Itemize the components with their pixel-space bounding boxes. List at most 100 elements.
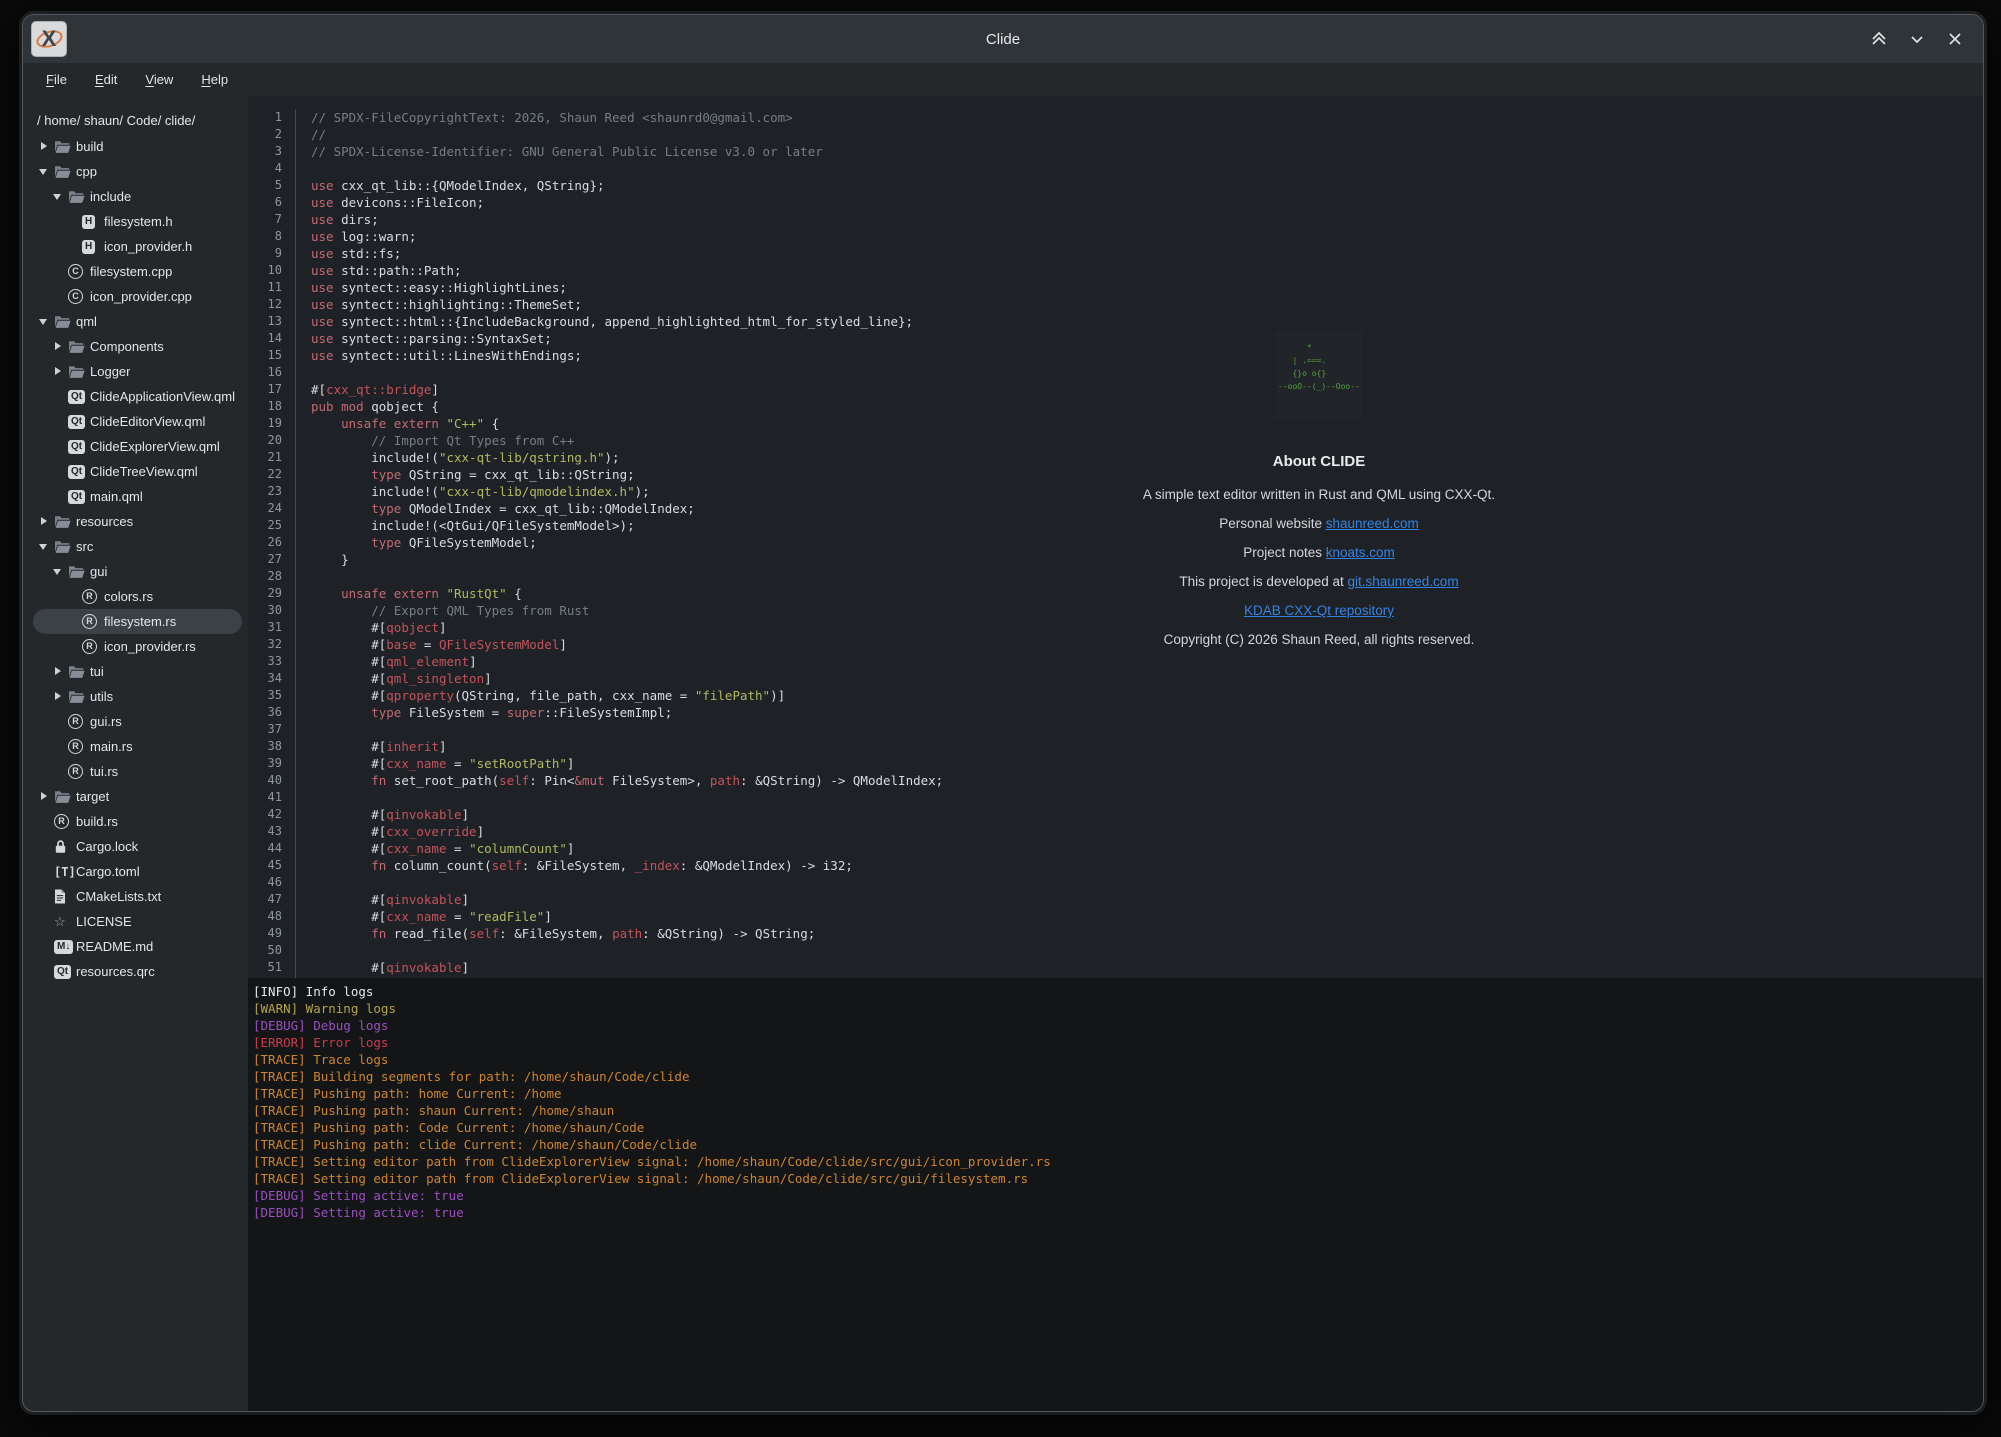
tree-item-src[interactable]: src — [33, 534, 242, 559]
tree-item-resources-qrc[interactable]: Qtresources.qrc — [33, 959, 242, 984]
tree-item-cargo-toml[interactable]: [T]Cargo.toml — [33, 859, 242, 884]
code-line-35[interactable]: 35 #[qproperty(QString, file_path, cxx_n… — [248, 687, 1983, 704]
tree-expander-right[interactable] — [37, 140, 54, 154]
link-git-shaunreed-com[interactable]: git.shaunreed.com — [1348, 574, 1459, 589]
tree-item-license[interactable]: ☆LICENSE — [33, 909, 242, 934]
titlebar[interactable]: X Clide — [23, 15, 1983, 63]
tree-item-filesystem-h[interactable]: Hfilesystem.h — [33, 209, 242, 234]
tree-item-icon-provider-h[interactable]: Hicon_provider.h — [33, 234, 242, 259]
tree-item-clideexplorerview-qml[interactable]: QtClideExplorerView.qml — [33, 434, 242, 459]
tree-expander-right[interactable] — [51, 365, 68, 379]
code-line-6[interactable]: 6use devicons::FileIcon; — [248, 194, 1983, 211]
tree-item-utils[interactable]: utils — [33, 684, 242, 709]
menu-file[interactable]: File — [35, 68, 78, 91]
code-line-36[interactable]: 36 type FileSystem = super::FileSystemIm… — [248, 704, 1983, 721]
tree-item-clideeditorview-qml[interactable]: QtClideEditorView.qml — [33, 409, 242, 434]
code-line-42[interactable]: 42 #[qinvokable] — [248, 806, 1983, 823]
line-number: 49 — [248, 925, 282, 942]
link-knoats-com[interactable]: knoats.com — [1326, 545, 1395, 560]
tree-item-icon-provider-cpp[interactable]: Cicon_provider.cpp — [33, 284, 242, 309]
tree-item-filesystem-cpp[interactable]: Cfilesystem.cpp — [33, 259, 242, 284]
code-line-12[interactable]: 12use syntect::highlighting::ThemeSet; — [248, 296, 1983, 313]
code-line-11[interactable]: 11use syntect::easy::HighlightLines; — [248, 279, 1983, 296]
tree-item-tui-rs[interactable]: Rtui.rs — [33, 759, 242, 784]
shade-window-icon[interactable] — [1867, 27, 1891, 51]
log-line-trace: [TRACE] Pushing path: shaun Current: /ho… — [253, 1103, 614, 1118]
code-line-2[interactable]: 2// — [248, 126, 1983, 143]
code-line-38[interactable]: 38 #[inherit] — [248, 738, 1983, 755]
tree-item-label: Cargo.lock — [76, 839, 138, 854]
log-line-trace: [TRACE] Setting editor path from ClideEx… — [253, 1171, 1028, 1186]
tree-item-resources[interactable]: resources — [33, 509, 242, 534]
menu-edit[interactable]: Edit — [84, 68, 128, 91]
code-line-46[interactable]: 46 — [248, 874, 1983, 891]
code-line-10[interactable]: 10use std::path::Path; — [248, 262, 1983, 279]
tree-item-gui[interactable]: gui — [33, 559, 242, 584]
tree-expander-down[interactable] — [51, 565, 68, 579]
editor-pane[interactable]: 1// SPDX-FileCopyrightText: 2026, Shaun … — [248, 96, 1983, 1411]
tree-item-gui-rs[interactable]: Rgui.rs — [33, 709, 242, 734]
code-line-40[interactable]: 40 fn set_root_path(self: Pin<&mut FileS… — [248, 772, 1983, 789]
code-line-39[interactable]: 39 #[cxx_name = "setRootPath"] — [248, 755, 1983, 772]
tree-expander-down[interactable] — [51, 190, 68, 204]
tree-item-icon-provider-rs[interactable]: Ricon_provider.rs — [33, 634, 242, 659]
code-line-49[interactable]: 49 fn read_file(self: &FileSystem, path:… — [248, 925, 1983, 942]
tree-item-label: src — [76, 539, 93, 554]
tree-expander-down[interactable] — [37, 165, 54, 179]
tree-expander-right[interactable] — [51, 665, 68, 679]
tree-item-build[interactable]: build — [33, 134, 242, 159]
code-line-13[interactable]: 13use syntect::html::{IncludeBackground,… — [248, 313, 1983, 330]
code-line-45[interactable]: 45 fn column_count(self: &FileSystem, _i… — [248, 857, 1983, 874]
link-kdab-cxx-qt-repository[interactable]: KDAB CXX-Qt repository — [1244, 603, 1394, 618]
tree-item-clidetreeview-qml[interactable]: QtClideTreeView.qml — [33, 459, 242, 484]
tree-item-tui[interactable]: tui — [33, 659, 242, 684]
tree-item-target[interactable]: target — [33, 784, 242, 809]
close-icon[interactable] — [1943, 27, 1967, 51]
tree-expander-down[interactable] — [37, 540, 54, 554]
log-line-trace: [TRACE] Building segments for path: /hom… — [253, 1069, 690, 1084]
code-line-43[interactable]: 43 #[cxx_override] — [248, 823, 1983, 840]
menu-help[interactable]: Help — [190, 68, 239, 91]
log-panel[interactable]: [INFO] Info logs[WARN] Warning logs[DEBU… — [248, 978, 1983, 1411]
code-line-41[interactable]: 41 — [248, 789, 1983, 806]
line-number: 8 — [248, 228, 282, 245]
folder-icon — [68, 190, 85, 204]
code-line-8[interactable]: 8use log::warn; — [248, 228, 1983, 245]
code-line-37[interactable]: 37 — [248, 721, 1983, 738]
tree-item-main-rs[interactable]: Rmain.rs — [33, 734, 242, 759]
tree-item-components[interactable]: Components — [33, 334, 242, 359]
tree-expander-right[interactable] — [51, 340, 68, 354]
tree-item-build-rs[interactable]: Rbuild.rs — [33, 809, 242, 834]
tree-item-qml[interactable]: qml — [33, 309, 242, 334]
tree-item-cpp[interactable]: cpp — [33, 159, 242, 184]
code-line-9[interactable]: 9use std::fs; — [248, 245, 1983, 262]
tree-item-cargo-lock[interactable]: Cargo.lock — [33, 834, 242, 859]
code-line-50[interactable]: 50 — [248, 942, 1983, 959]
tree-expander-down[interactable] — [37, 315, 54, 329]
tree-item-include[interactable]: include — [33, 184, 242, 209]
tree-item-logger[interactable]: Logger — [33, 359, 242, 384]
tree-item-filesystem-rs[interactable]: Rfilesystem.rs — [33, 609, 242, 634]
tree-item-main-qml[interactable]: Qtmain.qml — [33, 484, 242, 509]
code-line-7[interactable]: 7use dirs; — [248, 211, 1983, 228]
code-line-4[interactable]: 4 — [248, 160, 1983, 177]
tree-expander-right[interactable] — [51, 690, 68, 704]
tree-expander-right[interactable] — [37, 790, 54, 804]
code-line-3[interactable]: 3// SPDX-License-Identifier: GNU General… — [248, 143, 1983, 160]
line-number: 16 — [248, 364, 282, 381]
tree-expander-right[interactable] — [37, 515, 54, 529]
tree-item-clideapplicationview-qml[interactable]: QtClideApplicationView.qml — [33, 384, 242, 409]
tree-item-readme-md[interactable]: M↓README.md — [33, 934, 242, 959]
code-line-34[interactable]: 34 #[qml_singleton] — [248, 670, 1983, 687]
code-line-47[interactable]: 47 #[qinvokable] — [248, 891, 1983, 908]
code-line-1[interactable]: 1// SPDX-FileCopyrightText: 2026, Shaun … — [248, 109, 1983, 126]
link-shaunreed-com[interactable]: shaunreed.com — [1326, 516, 1419, 531]
minimize-icon[interactable] — [1905, 27, 1929, 51]
code-line-48[interactable]: 48 #[cxx_name = "readFile"] — [248, 908, 1983, 925]
tree-item-colors-rs[interactable]: Rcolors.rs — [33, 584, 242, 609]
code-line-44[interactable]: 44 #[cxx_name = "columnCount"] — [248, 840, 1983, 857]
code-line-51[interactable]: 51 #[qinvokable] — [248, 959, 1983, 976]
tree-item-cmakelists-txt[interactable]: CMakeLists.txt — [33, 884, 242, 909]
code-line-5[interactable]: 5use cxx_qt_lib::{QModelIndex, QString}; — [248, 177, 1983, 194]
menu-view[interactable]: View — [134, 68, 184, 91]
